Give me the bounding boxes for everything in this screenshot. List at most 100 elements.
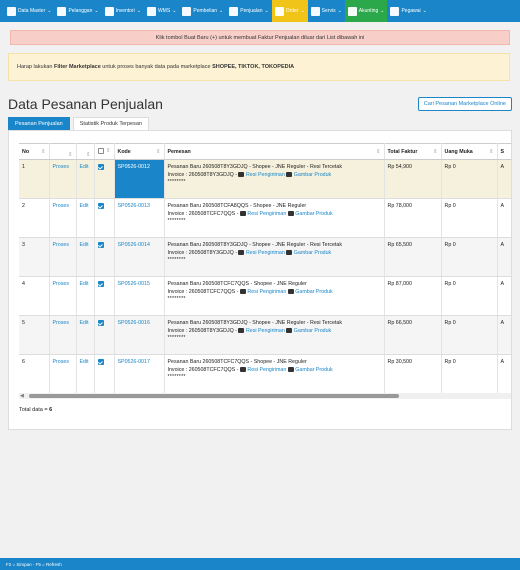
s-cell: A [497, 159, 511, 199]
nav-item-data-master[interactable]: Data Master ⌄ [4, 0, 54, 22]
orders-panel: No ⇕ ⇕ ⇕ ⇕ Kode ⇕ Pemesan ⇕ Total Faktur ⇕ U… [8, 131, 512, 430]
search-marketplace-button[interactable]: Cari Pesanan Marketplace Online [417, 97, 512, 111]
nav-item-penjualan[interactable]: Penjualan ⌄ [226, 0, 271, 22]
row-checkbox[interactable] [97, 242, 104, 248]
col-pemesan[interactable]: Pemesan ⇕ [164, 143, 385, 160]
proses-link[interactable]: Proses [53, 242, 70, 248]
gears-icon [310, 6, 320, 16]
s-cell: A [497, 237, 511, 277]
gambar-produk-link[interactable]: Gambar Produk [295, 367, 332, 373]
table-row[interactable]: 2 Proses Edit SP0526-0013 Pesanan Baru 26050… [19, 198, 511, 238]
s-cell: A [497, 198, 511, 238]
total-faktur-cell: Rp 65,500 [384, 237, 442, 277]
proses-link[interactable]: Proses [53, 164, 70, 170]
row-checkbox[interactable] [97, 320, 104, 326]
edit-link[interactable]: Edit [80, 242, 89, 248]
col-select[interactable]: ⇕ [94, 143, 115, 160]
invoice-text: Invoice : 260508TCFC7QQS - [167, 210, 239, 217]
row-checkbox[interactable] [97, 203, 104, 209]
order-description: Pesanan Baru 260508TCFC7QQS - Shopee - J… [167, 359, 307, 365]
tab-pesanan-penjualan[interactable]: Pesanan Penjualan [8, 117, 70, 130]
nav-item-label: WMS [157, 8, 171, 14]
scroll-left-arrow-icon[interactable]: ◀ [20, 393, 24, 399]
row-checkbox[interactable] [97, 359, 104, 365]
kode-link[interactable]: SP0526-0013 [118, 203, 150, 209]
kode-link[interactable]: SP0526-0017 [118, 359, 150, 365]
image-icon [287, 210, 294, 216]
edit-link[interactable]: Edit [80, 203, 89, 209]
masked-text: ******** [167, 296, 186, 302]
nav-item-label: Inventori [115, 8, 135, 14]
info-alert: Klik tombol Buat Baru (+) untuk membuat … [10, 30, 510, 45]
gambar-produk-link[interactable]: Gambar Produk [294, 328, 331, 334]
gambar-produk-link[interactable]: Gambar Produk [295, 289, 332, 295]
image-icon [287, 288, 294, 294]
s-cell: A [497, 276, 511, 316]
nav-item-akunting[interactable]: Akunting ⌄ [344, 0, 388, 22]
table-row[interactable]: 6 Proses Edit SP0526-0017 Pesanan Baru 26050… [19, 354, 511, 394]
invoice-text: Invoice : 260508T8Y3GDJQ - [167, 249, 237, 256]
gambar-produk-link[interactable]: Gambar Produk [294, 172, 331, 178]
truck-icon [239, 366, 246, 372]
resi-pengiriman-link[interactable]: Resi Pengiriman [246, 172, 285, 178]
resi-pengiriman-link[interactable]: Resi Pengiriman [246, 250, 285, 256]
nav-item-order[interactable]: Order ⌄ [271, 0, 308, 22]
order-description: Pesanan Baru 260508T8Y3GDJQ - Shopee - J… [167, 242, 343, 248]
nav-item-pegawai[interactable]: Pegawai ⌄ [387, 0, 429, 22]
select-all-checkbox[interactable] [97, 147, 104, 154]
resi-pengiriman-link[interactable]: Resi Pengiriman [247, 289, 286, 295]
chevron-down-icon: ⌄ [300, 8, 305, 14]
total-faktur-cell: Rp 87,000 [384, 276, 442, 316]
uang-muka-cell: Rp 0 [441, 276, 498, 316]
uang-muka-cell: Rp 0 [441, 159, 498, 199]
kode-link[interactable]: SP0526-0016 [118, 320, 150, 326]
kode-link[interactable]: SP0526-0012 [118, 164, 150, 170]
row-checkbox[interactable] [97, 281, 104, 287]
proses-link[interactable]: Proses [53, 281, 70, 287]
proses-link[interactable]: Proses [53, 203, 70, 209]
col-uang-muka[interactable]: Uang Muka ⇕ [441, 143, 498, 160]
table-row[interactable]: 1 Proses Edit SP0526-0012 Pesanan Baru 26050… [19, 159, 511, 199]
edit-link[interactable]: Edit [80, 359, 89, 365]
nav-item-pelanggan[interactable]: Pelanggan ⌄ [54, 0, 101, 22]
edit-link[interactable]: Edit [80, 281, 89, 287]
s-cell: A [497, 354, 511, 394]
invoice-text: Invoice : 260508T8Y3GDJQ - [167, 327, 237, 334]
edit-link[interactable]: Edit [80, 320, 89, 326]
scrollbar-thumb[interactable] [29, 394, 399, 398]
horizontal-scrollbar[interactable]: ◀ ▶ [19, 393, 511, 399]
col-s[interactable]: S [497, 143, 511, 160]
gambar-produk-link[interactable]: Gambar Produk [294, 250, 331, 256]
col-no[interactable]: No ⇕ [19, 143, 50, 160]
col-kode[interactable]: Kode ⇕ [114, 143, 165, 160]
nav-item-wms[interactable]: WMS ⌄ [144, 0, 179, 22]
orders-table: No ⇕ ⇕ ⇕ ⇕ Kode ⇕ Pemesan ⇕ Total Faktur ⇕ U… [19, 143, 511, 394]
tab-statistik-produk[interactable]: Statistik Produk Terpesan [72, 117, 149, 130]
table-row[interactable]: 5 Proses Edit SP0526-0016 Pesanan Baru 26050… [19, 315, 511, 355]
table-row[interactable]: 3 Proses Edit SP0526-0014 Pesanan Baru 26050… [19, 237, 511, 277]
col-total-faktur[interactable]: Total Faktur ⇕ [384, 143, 442, 160]
nav-item-pembelian[interactable]: Pembelian ⌄ [179, 0, 226, 22]
row-no: 4 [19, 276, 50, 316]
nav-item-servis[interactable]: Servis ⌄ [308, 0, 345, 22]
edit-link[interactable]: Edit [80, 164, 89, 170]
row-checkbox[interactable] [97, 164, 104, 170]
chevron-down-icon: ⌄ [422, 8, 427, 14]
resi-pengiriman-link[interactable]: Resi Pengiriman [247, 367, 286, 373]
col-proses[interactable]: ⇕ [49, 143, 77, 160]
proses-link[interactable]: Proses [53, 320, 70, 326]
col-edit[interactable]: ⇕ [76, 143, 95, 160]
proses-link[interactable]: Proses [53, 359, 70, 365]
gambar-produk-link[interactable]: Gambar Produk [295, 211, 332, 217]
resi-pengiriman-link[interactable]: Resi Pengiriman [247, 211, 286, 217]
order-description: Pesanan Baru 260508TCFA8QQS - Shopee - J… [167, 203, 307, 209]
total-faktur-cell: Rp 78,000 [384, 198, 442, 238]
uang-muka-cell: Rp 0 [441, 198, 498, 238]
resi-pengiriman-link[interactable]: Resi Pengiriman [246, 328, 285, 334]
truck-icon [238, 327, 245, 333]
kode-link[interactable]: SP0526-0015 [118, 281, 150, 287]
nav-item-inventori[interactable]: Inventori ⌄ [102, 0, 144, 22]
kode-link[interactable]: SP0526-0014 [118, 242, 150, 248]
pemesan-cell: Pesanan Baru 260508T8Y3GDJQ - Shopee - J… [164, 315, 385, 355]
table-row[interactable]: 4 Proses Edit SP0526-0015 Pesanan Baru 26050… [19, 276, 511, 316]
